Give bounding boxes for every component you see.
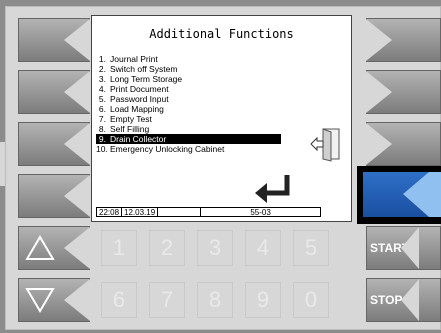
menu-item-number: 10. — [96, 144, 108, 154]
left-softkey-3[interactable] — [18, 122, 90, 166]
right-softkey-2[interactable] — [366, 70, 441, 114]
menu-item[interactable]: 1. Journal Print — [96, 54, 346, 64]
menu-item[interactable]: 5. Password Input — [96, 94, 346, 104]
menu-item-label: Self Filling — [110, 124, 150, 134]
status-date: 12.03.19 — [122, 208, 159, 217]
menu-item[interactable]: 7. Empty Test — [96, 114, 346, 124]
enter-arrow-icon[interactable] — [253, 171, 293, 207]
menu-item-number: 5. — [98, 94, 106, 104]
menu-item-label: Drain Collector — [110, 134, 167, 144]
status-time: 22:08 — [97, 208, 123, 217]
right-softkey-4-active[interactable] — [357, 166, 441, 224]
menu-item-number: 2. — [98, 64, 106, 74]
left-softkey-4[interactable] — [18, 174, 90, 218]
down-triangle-icon — [25, 288, 55, 313]
softkey-notch — [366, 71, 392, 113]
right-softkey-3[interactable] — [366, 122, 441, 166]
menu-item-number: 6. — [98, 104, 106, 114]
menu-item-label: Password Input — [110, 94, 169, 104]
menu-item-label: Load Mapping — [110, 104, 164, 114]
menu-item-label: Long Term Storage — [110, 74, 183, 84]
status-code: 55-03 — [250, 208, 271, 217]
up-triangle-icon — [25, 235, 55, 260]
menu-item-selected[interactable]: 9. Drain Collector — [96, 134, 281, 144]
button-notch — [64, 227, 90, 269]
menu-item-number: 9. — [98, 134, 106, 144]
softkey-notch — [64, 123, 90, 165]
left-softkey-1[interactable] — [18, 18, 90, 62]
key-4[interactable]: 4 — [245, 230, 281, 266]
stop-button[interactable]: STOP — [366, 278, 441, 322]
stop-label: STOP — [370, 293, 403, 307]
button-notch — [401, 279, 419, 321]
menu-item-number: 4. — [98, 84, 106, 94]
key-3[interactable]: 3 — [197, 230, 233, 266]
screen-title: Additional Functions — [149, 27, 294, 41]
menu-item-label: Emergency Unlocking Cabinet — [110, 144, 225, 154]
menu-item-label: Empty Test — [110, 114, 152, 124]
status-field — [158, 208, 202, 216]
active-button-edge — [429, 172, 441, 217]
menu-item-number: 3. — [98, 74, 106, 84]
left-softkey-2[interactable] — [18, 70, 90, 114]
menu-item[interactable]: 2. Switch off System — [96, 64, 346, 74]
down-button[interactable] — [18, 278, 90, 322]
menu-item-label: Journal Print — [110, 54, 158, 64]
softkey-notch — [64, 71, 90, 113]
menu-item[interactable]: 3. Long Term Storage — [96, 74, 346, 84]
menu-item-number: 1. — [98, 54, 106, 64]
menu-item-number: 7. — [98, 114, 106, 124]
softkey-notch — [64, 19, 90, 61]
active-button-face — [363, 172, 441, 217]
menu-item[interactable]: 6. Load Mapping — [96, 104, 346, 114]
button-notch — [64, 279, 90, 321]
display-screen: Additional Functions 1. Journal Print 2. S… — [91, 15, 352, 222]
menu-item-number: 8. — [98, 124, 106, 134]
key-5[interactable]: 5 — [293, 230, 329, 266]
key-1[interactable]: 1 — [101, 230, 137, 266]
right-softkey-1[interactable] — [366, 18, 441, 62]
active-button-notch — [403, 172, 429, 217]
door-exit-icon — [310, 128, 340, 162]
key-8[interactable]: 8 — [197, 282, 233, 318]
softkey-notch — [366, 123, 392, 165]
up-button[interactable] — [18, 226, 90, 270]
key-9[interactable]: 9 — [245, 282, 281, 318]
status-bar: 22:08 12.03.19 55-03 — [96, 207, 321, 217]
softkey-notch — [64, 175, 90, 217]
start-button[interactable]: START — [366, 226, 441, 270]
key-6[interactable]: 6 — [101, 282, 137, 318]
key-2[interactable]: 2 — [149, 230, 185, 266]
menu-item-label: Switch off System — [110, 64, 178, 74]
button-notch — [401, 227, 419, 269]
key-0[interactable]: 0 — [293, 282, 329, 318]
menu-item[interactable]: 4. Print Document — [96, 84, 346, 94]
key-7[interactable]: 7 — [149, 282, 185, 318]
menu-item-label: Print Document — [110, 84, 169, 94]
softkey-notch — [366, 19, 392, 61]
